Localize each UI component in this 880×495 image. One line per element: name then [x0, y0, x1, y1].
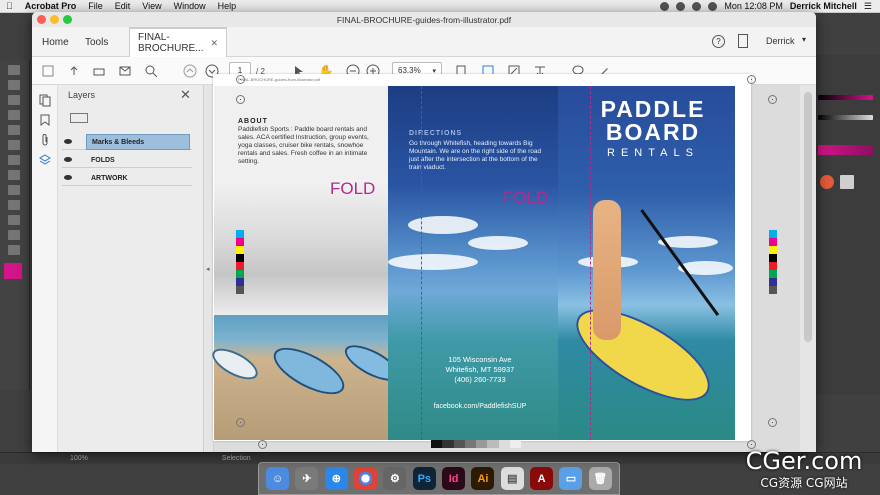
- directions-heading: DIRECTIONS: [409, 130, 463, 137]
- title-line-rentals: RENTALS: [607, 147, 699, 159]
- close-window-icon[interactable]: [37, 15, 46, 24]
- color-bar-right: [769, 230, 777, 294]
- about-body: Paddlefish Sports : Paddle board rentals…: [238, 126, 369, 165]
- safari-icon[interactable]: ⊕: [324, 467, 348, 490]
- registration-mark: [747, 75, 756, 84]
- doc-tab-label: FINAL-BROCHURE...: [138, 32, 204, 54]
- paddler-figure: [593, 200, 621, 340]
- tab-document[interactable]: FINAL-BROCHURE... ✕: [129, 27, 227, 57]
- layers-icon[interactable]: [38, 153, 52, 167]
- account-user[interactable]: Derrick: [766, 36, 795, 46]
- watermark: CGer.com CG资源 CG网站: [732, 448, 876, 492]
- zoom-window-icon[interactable]: [63, 15, 72, 24]
- menu-window[interactable]: Window: [168, 1, 212, 11]
- close-tab-icon[interactable]: ✕: [210, 38, 218, 49]
- phone-number: (406) 260-7733: [454, 375, 506, 384]
- menu-file[interactable]: File: [82, 1, 109, 11]
- facebook-url: facebook.com/PaddlefishSUP: [433, 403, 527, 410]
- trash-icon[interactable]: 🗑: [588, 467, 612, 490]
- watermark-line2: CG资源 CG网站: [760, 476, 848, 490]
- fold-guide-1: [421, 86, 422, 440]
- tab-home[interactable]: Home: [34, 27, 77, 57]
- chrome-icon[interactable]: [354, 467, 378, 490]
- navigation-rail: [32, 85, 58, 452]
- list-icon[interactable]: ☰: [864, 1, 872, 12]
- illustrator-toolbar: [0, 60, 30, 390]
- battery-icon[interactable]: [708, 1, 718, 11]
- indesign-icon[interactable]: Id: [442, 467, 466, 490]
- registration-mark: [236, 418, 245, 427]
- vertical-scrollbar[interactable]: [804, 92, 812, 342]
- macos-dock: ☺ ✈ ⊕ ⚙ Ps Id Ai ▤ A ▭ 🗑: [258, 462, 620, 495]
- address-block: 105 Wisconsin Ave Whitefish, MT 59937 (4…: [420, 355, 540, 385]
- fold-label-left: FOLD: [330, 179, 376, 198]
- bookmark-icon[interactable]: [38, 113, 52, 127]
- fold-guide-2: [590, 86, 591, 440]
- help-icon[interactable]: ?: [712, 35, 725, 48]
- prev-page-icon[interactable]: [182, 63, 198, 79]
- clock[interactable]: Mon 12:08 PM: [724, 1, 783, 11]
- pages-thumbnails-icon[interactable]: [38, 93, 52, 107]
- upload-icon[interactable]: [66, 63, 82, 79]
- watermark-line1: CGer.com: [745, 447, 863, 475]
- search-icon[interactable]: [143, 63, 159, 79]
- account-dropdown-icon[interactable]: ▾: [802, 35, 806, 44]
- launchpad-icon[interactable]: ✈: [295, 467, 319, 490]
- directions-body: Go through Whitefish, heading towards Bi…: [409, 140, 542, 171]
- registration-mark: [236, 75, 245, 84]
- illustrator-icon[interactable]: Ai: [471, 467, 495, 490]
- registration-mark: [236, 95, 245, 104]
- system-prefs-icon[interactable]: ⚙: [383, 467, 407, 490]
- title-line-board: BOARD: [605, 119, 701, 145]
- title-line-paddle: PADDLE: [600, 96, 706, 122]
- app-menu[interactable]: Acrobat Pro: [19, 1, 83, 11]
- wifi-icon[interactable]: [692, 1, 702, 11]
- mobile-link-icon[interactable]: [738, 34, 748, 48]
- pdf-file-slug: FINAL-BROCHURE-guides-from-illustrator.p…: [238, 77, 321, 82]
- color-bar-left: [236, 230, 244, 294]
- grayscale-bar: [431, 440, 521, 448]
- dropbox-icon[interactable]: [660, 1, 670, 11]
- apple-menu-icon[interactable]: : [0, 1, 19, 11]
- about-heading: ABOUT: [238, 118, 268, 125]
- fill-swatch[interactable]: [4, 263, 22, 279]
- layers-panel: Layers ✕ Marks & Bleeds FOLDS ARTWORK: [58, 85, 204, 452]
- window-titlebar: FINAL-BROCHURE-guides-from-illustrator.p…: [32, 12, 816, 27]
- preview-icon[interactable]: ▤: [500, 467, 524, 490]
- minimize-window-icon[interactable]: [50, 15, 59, 24]
- registration-mark: [768, 418, 777, 427]
- registration-mark: [768, 95, 777, 104]
- email-icon[interactable]: [117, 63, 133, 79]
- user-name[interactable]: Derrick Mitchell: [790, 1, 857, 11]
- brochure-title: PADDLE BOARD: [575, 98, 731, 144]
- acrobat-icon[interactable]: A: [530, 467, 554, 490]
- attachment-icon[interactable]: [38, 133, 52, 147]
- registration-mark: [258, 440, 267, 449]
- print-icon[interactable]: [91, 63, 107, 79]
- folder-icon[interactable]: ▭: [559, 467, 583, 490]
- save-icon[interactable]: [40, 63, 56, 79]
- illustrator-right-panels: [812, 55, 880, 395]
- menu-edit[interactable]: Edit: [109, 1, 137, 11]
- ai-zoom[interactable]: 100%: [70, 455, 88, 462]
- address-line2: Whitefish, MT 59937: [445, 365, 515, 374]
- fold-label-middle: FOLD: [503, 188, 549, 207]
- acrobat-nav: Home Tools FINAL-BROCHURE... ✕ ? Derrick…: [32, 27, 816, 57]
- tab-tools[interactable]: Tools: [77, 27, 116, 57]
- window-title: FINAL-BROCHURE-guides-from-illustrator.p…: [336, 14, 512, 25]
- cloud-icon[interactable]: [676, 1, 686, 11]
- ai-mode: Selection: [221, 455, 251, 462]
- finder-icon[interactable]: ☺: [266, 467, 290, 490]
- menu-view[interactable]: View: [136, 1, 167, 11]
- menu-help[interactable]: Help: [212, 1, 243, 11]
- photoshop-icon[interactable]: Ps: [412, 467, 436, 490]
- address-line1: 105 Wisconsin Ave: [448, 355, 512, 364]
